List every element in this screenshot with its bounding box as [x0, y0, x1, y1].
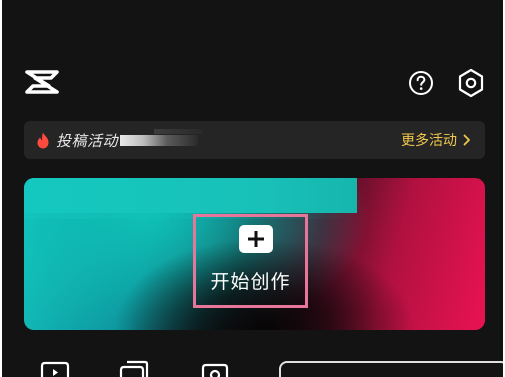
activity-label: 投稿活动 — [56, 132, 119, 150]
edit-tool-icon[interactable] — [40, 360, 70, 377]
activity-marquee-shadow — [154, 129, 202, 134]
help-circle-icon[interactable] — [408, 70, 434, 96]
more-activities-label: 更多活动 — [401, 133, 457, 149]
start-creating-button[interactable]: 开始创作 — [193, 214, 308, 308]
chevron-right-icon — [463, 134, 470, 146]
plus-icon — [248, 231, 264, 247]
hero-teal-band — [24, 178, 357, 213]
activity-bar[interactable]: 投稿活动 更多活动 — [24, 121, 485, 159]
more-activities-link[interactable]: 更多活动 — [401, 130, 471, 150]
app-screen: 投稿活动 更多活动 开始创作 — [2, 0, 503, 377]
bottom-feature-button[interactable] — [279, 361, 503, 377]
template-tool-icon[interactable] — [119, 360, 149, 377]
fire-icon — [37, 132, 49, 149]
camera-tool-icon[interactable] — [200, 360, 230, 377]
capcut-logo-icon — [25, 70, 59, 94]
plus-tile — [239, 225, 273, 253]
settings-hexagon-icon[interactable] — [457, 68, 485, 98]
start-creating-label: 开始创作 — [210, 271, 291, 293]
activity-marquee — [120, 135, 198, 146]
